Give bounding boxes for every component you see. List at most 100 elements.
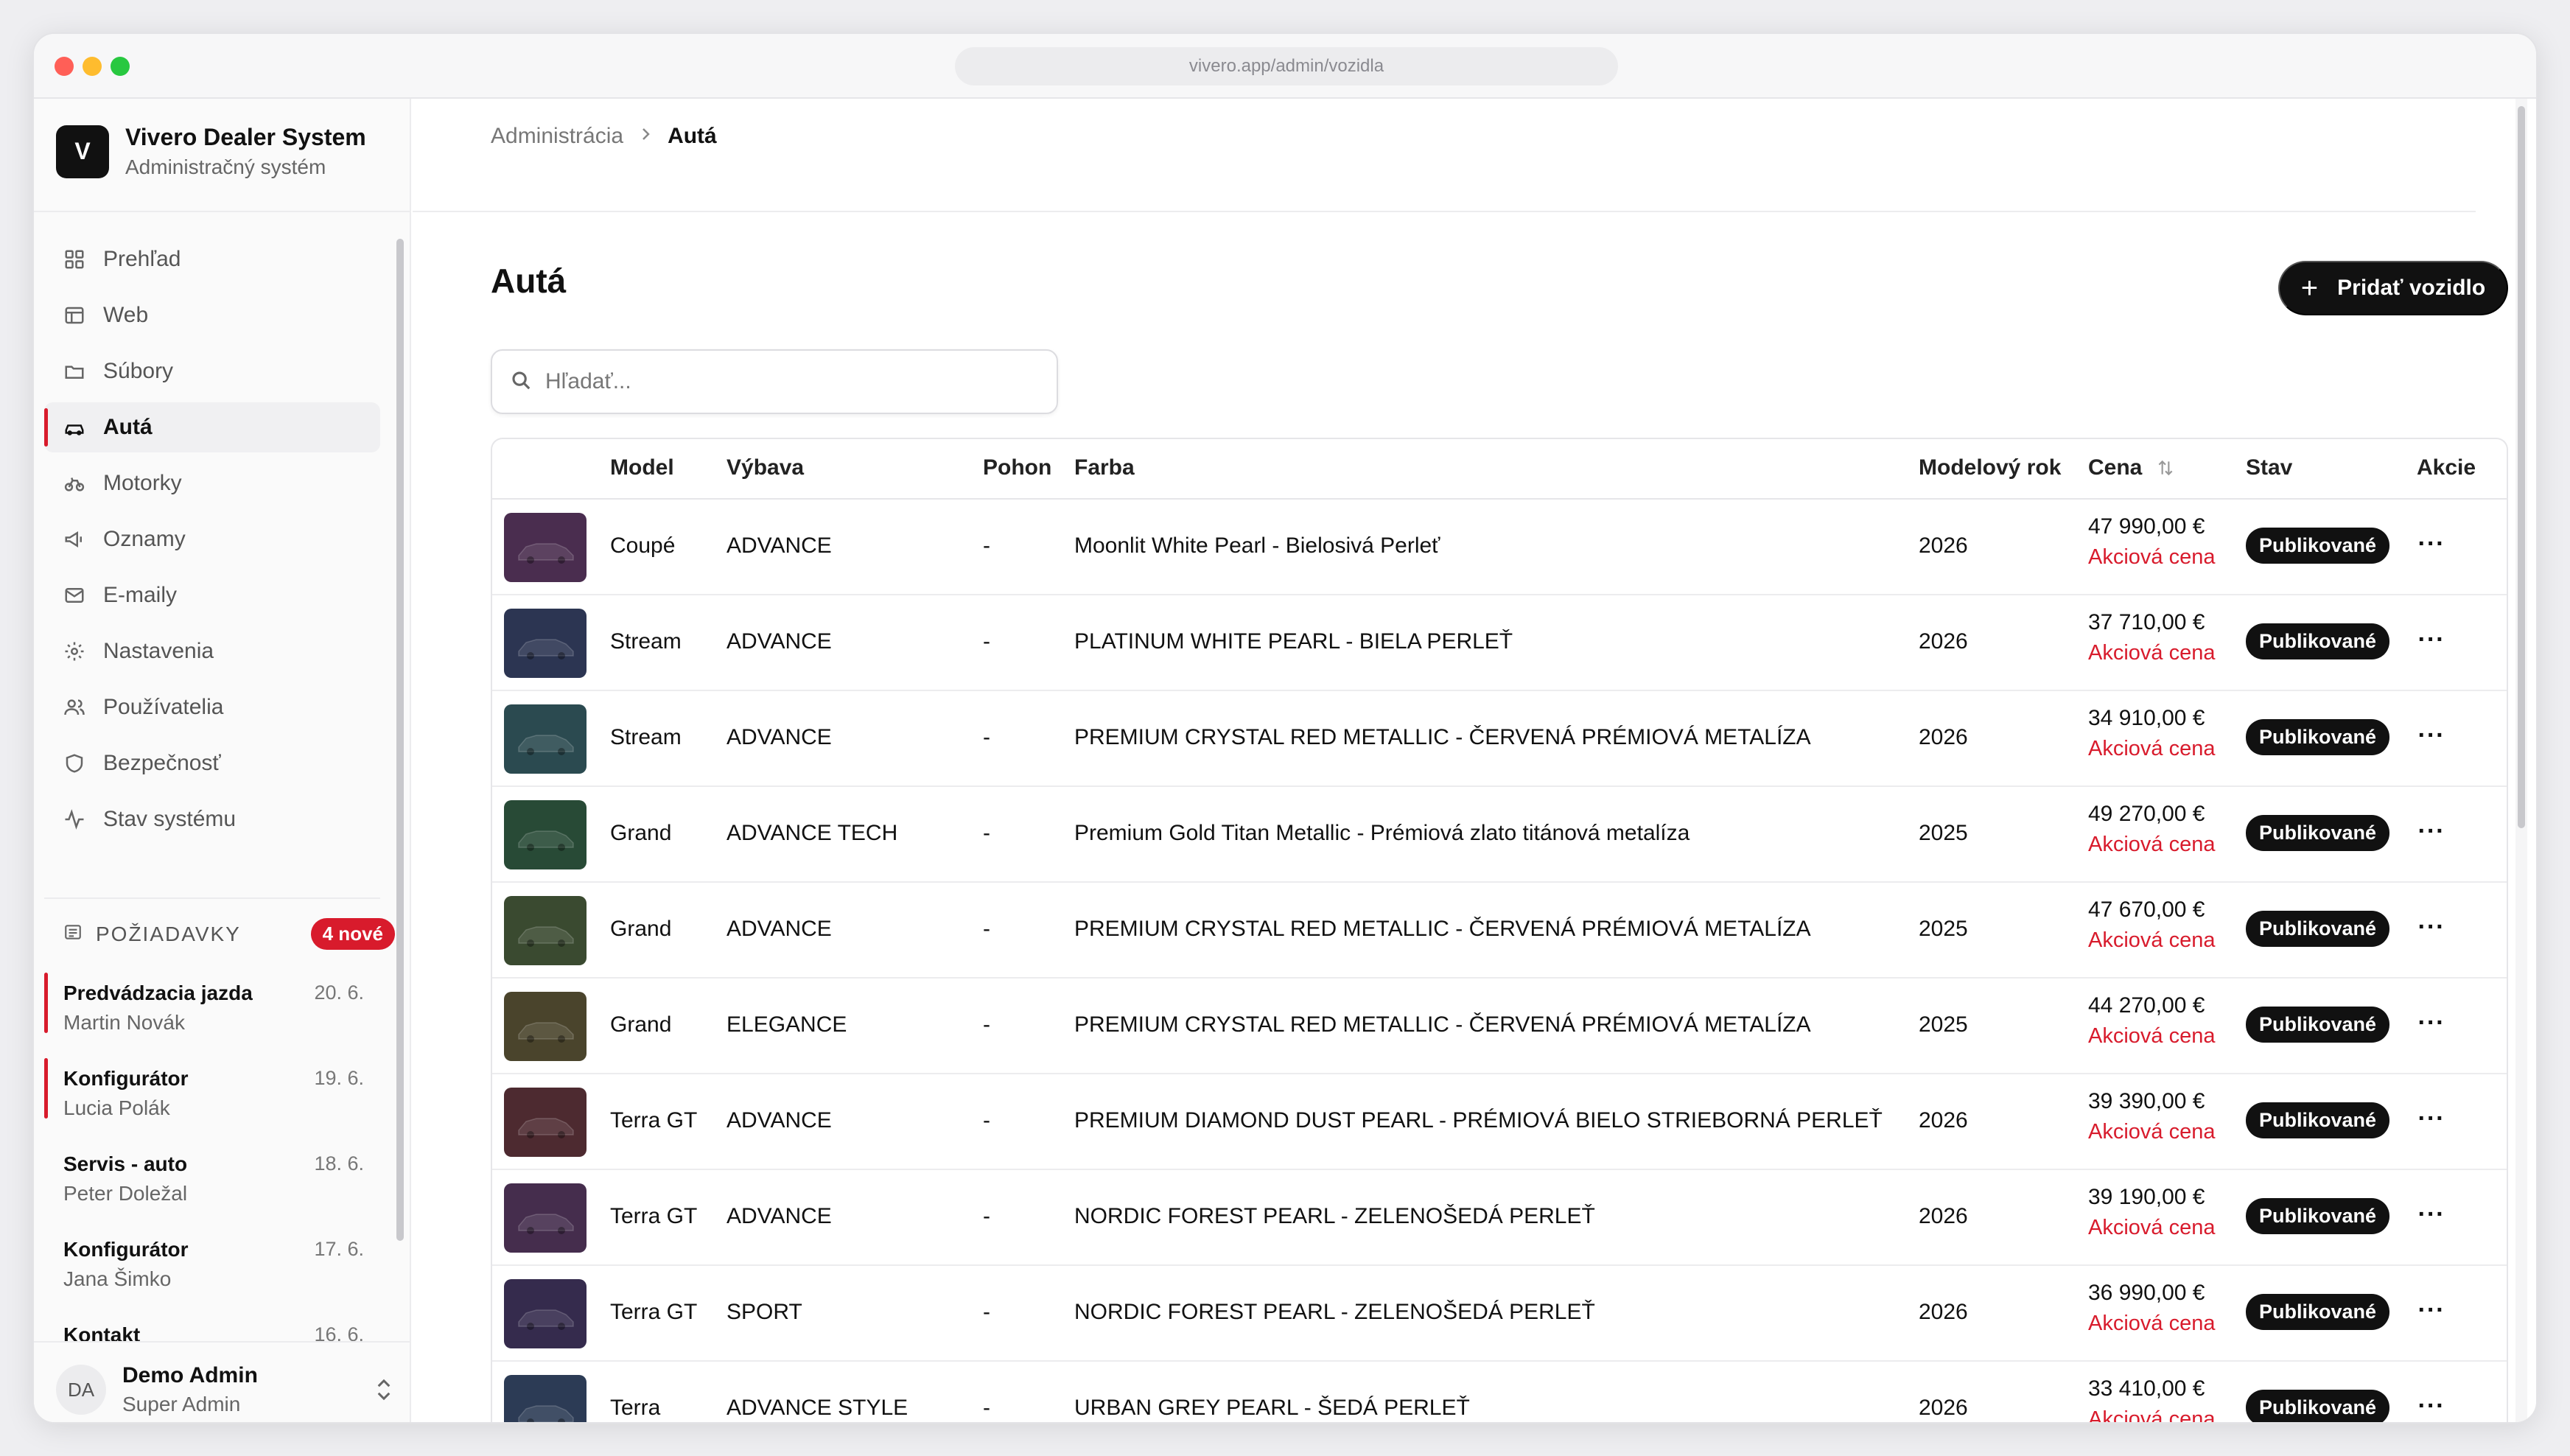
- table-row[interactable]: Grand ADVANCE - PREMIUM CRYSTAL RED METALLI…: [492, 883, 2507, 979]
- status-badge: Publikované: [2246, 719, 2390, 755]
- table-row[interactable]: Terra ADVANCE STYLE - URBAN GREY PEARL - ŠE…: [492, 1362, 2507, 1422]
- table-row[interactable]: Terra GT ADVANCE - NORDIC FOREST PEARL - ZE…: [492, 1170, 2507, 1266]
- table-row[interactable]: Terra GT SPORT - NORDIC FOREST PEARL - ZELE…: [492, 1266, 2507, 1362]
- car-image-icon: [518, 639, 574, 659]
- sidebar-item-8[interactable]: Používatelia: [44, 682, 380, 732]
- more-actions-icon[interactable]: ···: [2417, 721, 2446, 750]
- column-header-model[interactable]: Model: [610, 455, 674, 480]
- column-header-status[interactable]: Stav: [2246, 455, 2292, 480]
- request-name: Peter Doležal: [63, 1182, 188, 1205]
- scrollbar-thumb[interactable]: [2518, 106, 2525, 828]
- table-row[interactable]: Stream ADVANCE - PLATINUM WHITE PEARL - BIE…: [492, 595, 2507, 691]
- more-actions-icon[interactable]: ···: [2417, 529, 2446, 559]
- status-badge: Publikované: [2246, 1294, 2390, 1330]
- more-actions-icon[interactable]: ···: [2417, 816, 2446, 846]
- sidebar-item-7[interactable]: Nastavenia: [44, 626, 380, 676]
- address-bar[interactable]: vivero.app/admin/vozidla: [955, 47, 1618, 85]
- divider: [34, 211, 411, 212]
- sidebar-item-label: Stav systému: [103, 807, 237, 831]
- maximize-window-button[interactable]: [111, 57, 130, 76]
- table-row[interactable]: Grand ADVANCE TECH - Premium Gold Titan Met…: [492, 787, 2507, 883]
- cell-year: 2026: [1919, 1396, 1968, 1420]
- more-actions-icon[interactable]: ···: [2417, 1008, 2446, 1037]
- price-note: Akciová cena: [2088, 833, 2216, 856]
- vehicle-thumbnail[interactable]: [504, 1279, 587, 1348]
- sidebar-item-4[interactable]: Motorky: [44, 458, 380, 508]
- sidebar-item-9[interactable]: Bezpečnosť: [44, 738, 380, 788]
- vehicle-thumbnail[interactable]: [504, 896, 587, 965]
- cell-color: URBAN GREY PEARL - ŠEDÁ PERLEŤ: [1074, 1396, 1470, 1420]
- sidebar-item-label: Používatelia: [103, 695, 224, 719]
- cell-trim: ADVANCE STYLE: [726, 1396, 908, 1420]
- table-body: Coupé ADVANCE - Moonlit White Pearl - Bielo…: [492, 500, 2507, 1422]
- vehicle-thumbnail[interactable]: [504, 992, 587, 1061]
- column-header-trim[interactable]: Výbava: [726, 455, 804, 480]
- more-actions-icon[interactable]: ···: [2417, 912, 2446, 942]
- cell-price: 39 190,00 € Akciová cena: [2088, 1185, 2216, 1240]
- vehicle-thumbnail[interactable]: [504, 800, 587, 869]
- request-item[interactable]: Predvádzacia jazda 20. 6. Martin Novák: [44, 968, 380, 1054]
- sidebar-item-label: Bezpečnosť: [103, 751, 221, 775]
- vehicles-table: Model Výbava Pohon Farba Modelový rok Ce…: [491, 438, 2508, 1422]
- vehicle-thumbnail[interactable]: [504, 704, 587, 774]
- price-value: 49 270,00 €: [2088, 802, 2205, 826]
- car-image-icon: [518, 1022, 574, 1043]
- sidebar-item-1[interactable]: Web: [44, 290, 380, 340]
- request-item[interactable]: Konfigurátor 17. 6. Jana Šimko: [44, 1225, 380, 1310]
- main-scrollbar[interactable]: [2515, 99, 2527, 1422]
- price-value: 33 410,00 €: [2088, 1376, 2205, 1401]
- more-actions-icon[interactable]: ···: [2417, 1295, 2446, 1325]
- table-row[interactable]: Coupé ADVANCE - Moonlit White Pearl - Bielo…: [492, 500, 2507, 595]
- more-actions-icon[interactable]: ···: [2417, 1391, 2446, 1421]
- user-menu[interactable]: DA Demo Admin Super Admin: [56, 1363, 395, 1416]
- vehicle-thumbnail[interactable]: [504, 513, 587, 582]
- minimize-window-button[interactable]: [83, 57, 102, 76]
- vehicle-thumbnail[interactable]: [504, 1088, 587, 1157]
- sidebar-item-2[interactable]: Súbory: [44, 346, 380, 396]
- more-actions-icon[interactable]: ···: [2417, 1104, 2446, 1133]
- sort-icon[interactable]: [2156, 458, 2175, 477]
- cell-year: 2026: [1919, 533, 1968, 558]
- cell-color: Moonlit White Pearl - Bielosivá Perleť: [1074, 533, 1440, 558]
- column-header-year[interactable]: Modelový rok: [1919, 455, 2061, 480]
- requests-header: POŽIADAVKY 4 nové: [63, 918, 395, 950]
- sidebar-item-6[interactable]: E-maily: [44, 570, 380, 620]
- layout-icon: [63, 304, 85, 326]
- chevron-up-down-icon[interactable]: [373, 1377, 395, 1402]
- megaphone-icon: [63, 528, 85, 550]
- request-name: Lucia Polák: [63, 1096, 170, 1119]
- cell-drive: -: [983, 1204, 990, 1228]
- status-badge: Publikované: [2246, 1007, 2390, 1043]
- table-row[interactable]: Grand ELEGANCE - PREMIUM CRYSTAL RED METALL…: [492, 979, 2507, 1074]
- sidebar-item-10[interactable]: Stav systému: [44, 794, 380, 844]
- sidebar-item-3[interactable]: Autá: [44, 402, 380, 452]
- price-note: Akciová cena: [2088, 545, 2216, 569]
- close-window-button[interactable]: [55, 57, 74, 76]
- table-row[interactable]: Stream ADVANCE - PREMIUM CRYSTAL RED METALL…: [492, 691, 2507, 787]
- add-vehicle-button[interactable]: + Pridať vozidlo: [2278, 261, 2508, 315]
- sidebar-item-0[interactable]: Prehľad: [44, 234, 380, 284]
- vehicle-thumbnail[interactable]: [504, 1183, 587, 1253]
- request-item[interactable]: Servis - auto 18. 6. Peter Doležal: [44, 1139, 380, 1225]
- vehicle-thumbnail[interactable]: [504, 609, 587, 678]
- more-actions-icon[interactable]: ···: [2417, 625, 2446, 654]
- search-box[interactable]: [491, 349, 1058, 414]
- column-header-drive[interactable]: Pohon: [983, 455, 1051, 480]
- breadcrumb-parent[interactable]: Administrácia: [491, 124, 623, 149]
- price-note: Akciová cena: [2088, 928, 2216, 952]
- vehicle-thumbnail[interactable]: [504, 1375, 587, 1422]
- search-input[interactable]: [545, 369, 1046, 394]
- sidebar-nav: Prehľad Web Súbory Autá Motorky Oznamy E-maily…: [44, 234, 380, 850]
- column-header-color[interactable]: Farba: [1074, 455, 1135, 480]
- brand[interactable]: V Vivero Dealer System Administračný sys…: [56, 124, 366, 179]
- cell-color: NORDIC FOREST PEARL - ZELENOŠEDÁ PERLEŤ: [1074, 1204, 1595, 1228]
- sidebar-item-5[interactable]: Oznamy: [44, 514, 380, 564]
- column-header-price[interactable]: Cena: [2088, 455, 2175, 480]
- folder-icon: [63, 360, 85, 382]
- sidebar-scrollbar[interactable]: [396, 239, 404, 1241]
- table-row[interactable]: Terra GT ADVANCE - PREMIUM DIAMOND DUST PEA…: [492, 1074, 2507, 1170]
- request-item[interactable]: Konfigurátor 19. 6. Lucia Polák: [44, 1054, 380, 1139]
- more-actions-icon[interactable]: ···: [2417, 1200, 2446, 1229]
- cell-price: 39 390,00 € Akciová cena: [2088, 1089, 2216, 1144]
- request-type: Konfigurátor: [63, 1238, 189, 1261]
